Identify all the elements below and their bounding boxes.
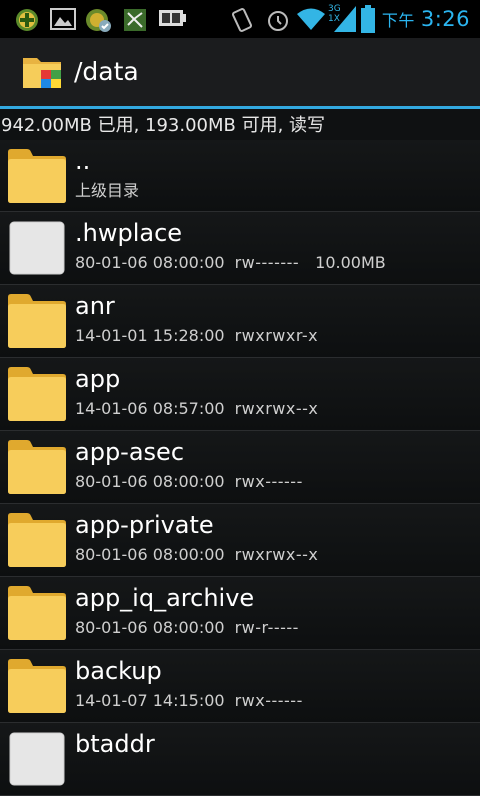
file-meta: 14-01-06 08:57:00 rwxrwx--x — [75, 397, 328, 421]
folder-icon — [7, 366, 67, 426]
file-date: 80-01-06 08:00:00 — [75, 545, 225, 564]
file-size: 10.00MB — [315, 253, 386, 272]
file-meta: 80-01-06 08:00:00 rwx------ — [75, 470, 313, 494]
file-list-item[interactable]: backup 14-01-07 14:15:00 rwx------ — [0, 650, 480, 723]
file-name: .hwplace — [75, 219, 183, 247]
file-meta: 80-01-06 08:00:00 rwxrwx--x — [75, 543, 328, 567]
file-list: .. 上级目录 .hwplace 80-01-06 08:00:00 rw-------… — [0, 140, 480, 796]
current-path-title: /data — [74, 57, 139, 86]
file-meta: 80-01-06 08:00:00 rw-r----- — [75, 616, 309, 640]
file-permissions: rwx------ — [234, 472, 303, 491]
folder-icon — [7, 148, 67, 208]
gallery-icon — [50, 8, 76, 30]
file-icon — [7, 731, 67, 791]
folder-icon — [7, 293, 67, 353]
file-list-item[interactable]: app-asec 80-01-06 08:00:00 rwx------ — [0, 431, 480, 504]
folder-icon — [7, 512, 67, 572]
alarm-icon — [268, 11, 288, 31]
parent-dir-label: 上级目录 — [75, 181, 140, 200]
file-date: 14-01-07 14:15:00 — [75, 691, 225, 710]
battery-status-icon — [159, 10, 186, 26]
folder-icon — [7, 658, 67, 718]
file-manager-app-icon[interactable] — [21, 52, 65, 92]
file-permissions: rw-r----- — [234, 618, 299, 637]
signal-icon — [334, 6, 356, 32]
file-permissions: rwx------ — [234, 691, 303, 710]
file-date: 14-01-01 15:28:00 — [75, 326, 225, 345]
file-icon — [7, 220, 67, 280]
status-bar: 3G 1X 下午 3:26 — [0, 0, 480, 38]
file-list-item[interactable]: app 14-01-06 08:57:00 rwxrwx--x — [0, 358, 480, 431]
file-meta: 上级目录 — [75, 179, 149, 203]
sync-icon — [86, 9, 111, 32]
file-permissions: rwxrwxr-x — [234, 326, 319, 345]
file-date: 80-01-06 08:00:00 — [75, 618, 225, 637]
file-date: 14-01-06 08:57:00 — [75, 399, 225, 418]
clock: 下午 3:26 — [381, 7, 470, 31]
app-notification-icon — [16, 9, 38, 31]
file-meta: 14-01-01 15:28:00 rwxrwxr-x — [75, 324, 328, 348]
file-name: app-asec — [75, 438, 185, 466]
file-list-item[interactable]: btaddr — [0, 723, 480, 796]
file-name: app-private — [75, 511, 214, 539]
file-permissions: rwxrwx--x — [234, 545, 319, 564]
file-name: btaddr — [75, 730, 155, 758]
vibrate-icon — [231, 8, 253, 32]
storage-info: 942.00MB 已用, 193.00MB 可用, 读写 — [1, 115, 326, 136]
game-icon — [124, 9, 146, 31]
file-meta: 14-01-07 14:15:00 rwx------ — [75, 689, 313, 713]
file-name: .. — [75, 147, 91, 175]
file-name: app — [75, 365, 121, 393]
file-permissions: rw------- — [234, 253, 300, 272]
file-list-item[interactable]: anr 14-01-01 15:28:00 rwxrwxr-x — [0, 285, 480, 358]
battery-icon — [361, 5, 375, 33]
file-date: 80-01-06 08:00:00 — [75, 253, 225, 272]
folder-icon — [7, 585, 67, 645]
file-meta: 80-01-06 08:00:00 rw------- 10.00MB — [75, 251, 396, 275]
wifi-icon — [297, 8, 325, 30]
file-name: backup — [75, 657, 162, 685]
file-list-item[interactable]: .hwplace 80-01-06 08:00:00 rw------- 10.00M… — [0, 212, 480, 285]
file-name: app_iq_archive — [75, 584, 255, 612]
file-date: 80-01-06 08:00:00 — [75, 472, 225, 491]
action-bar: /data — [0, 38, 480, 106]
file-list-item[interactable]: app_iq_archive 80-01-06 08:00:00 rw-r----- — [0, 577, 480, 650]
header-divider — [0, 106, 480, 109]
folder-icon — [7, 439, 67, 499]
file-permissions: rwxrwx--x — [234, 399, 319, 418]
file-list-item[interactable]: app-private 80-01-06 08:00:00 rwxrwx--x — [0, 504, 480, 577]
file-list-item[interactable]: .. 上级目录 — [0, 140, 480, 212]
file-name: anr — [75, 292, 115, 320]
